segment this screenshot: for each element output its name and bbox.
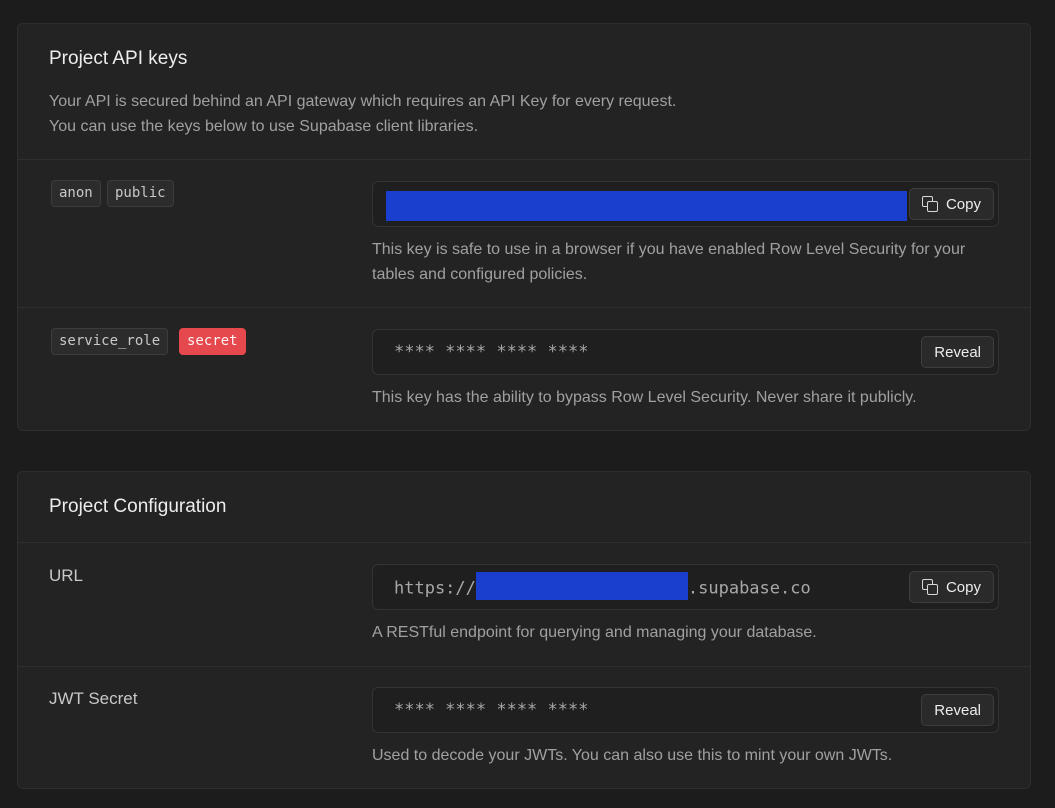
jwt-secret-field[interactable]: **** **** **** **** Reveal bbox=[372, 687, 999, 733]
divider bbox=[18, 542, 1030, 543]
anon-key-redacted-value bbox=[386, 191, 907, 221]
configuration-title: Project Configuration bbox=[49, 496, 227, 517]
reveal-jwt-secret-button[interactable]: Reveal bbox=[921, 694, 994, 726]
divider bbox=[18, 307, 1030, 308]
url-value: https:// .supabase.co bbox=[394, 572, 811, 600]
jwt-secret-label: JWT Secret bbox=[49, 689, 138, 708]
secret-tag: secret bbox=[179, 328, 246, 355]
service-role-masked-value: **** **** **** **** bbox=[394, 342, 589, 362]
anon-key-field[interactable]: Copy bbox=[372, 181, 999, 227]
service-role-tag: service_role bbox=[51, 328, 169, 355]
jwt-secret-help: Used to decode your JWTs. You can also u… bbox=[372, 747, 893, 764]
reveal-service-role-button[interactable]: Reveal bbox=[921, 336, 994, 368]
url-field[interactable]: https:// .supabase.co Copy bbox=[372, 564, 999, 610]
public-tag: public bbox=[107, 180, 174, 207]
api-keys-description-line1: Your API is secured behind an API gatewa… bbox=[49, 93, 677, 110]
url-label: URL bbox=[49, 566, 84, 585]
url-help: A RESTful endpoint for querying and mana… bbox=[372, 624, 817, 641]
copy-url-button[interactable]: Copy bbox=[908, 571, 994, 603]
api-keys-card: Project API keys Your API is secured beh… bbox=[17, 23, 1031, 431]
copy-anon-key-button[interactable]: Copy bbox=[908, 188, 994, 220]
url-suffix: .supabase.co bbox=[687, 578, 811, 599]
divider bbox=[18, 666, 1030, 667]
anon-tag: anon bbox=[51, 180, 101, 207]
url-redacted-project-ref bbox=[475, 572, 688, 600]
service-role-key-field[interactable]: **** **** **** **** Reveal bbox=[372, 329, 999, 375]
url-prefix: https:// bbox=[394, 578, 476, 599]
service-role-key-help: This key has the ability to bypass Row L… bbox=[372, 389, 917, 406]
divider bbox=[18, 159, 1030, 160]
project-configuration-card: Project Configuration URL https:// .supab… bbox=[17, 471, 1031, 789]
copy-icon bbox=[921, 195, 939, 213]
api-keys-title: Project API keys bbox=[49, 48, 188, 69]
anon-key-help: This key is safe to use in a browser if … bbox=[372, 241, 966, 283]
copy-button-label: Copy bbox=[945, 578, 981, 596]
copy-button-label: Copy bbox=[945, 195, 981, 213]
api-keys-description-line2: You can use the keys below to use Supaba… bbox=[49, 118, 479, 135]
copy-icon bbox=[921, 578, 939, 596]
jwt-secret-masked-value: **** **** **** **** bbox=[394, 700, 589, 720]
